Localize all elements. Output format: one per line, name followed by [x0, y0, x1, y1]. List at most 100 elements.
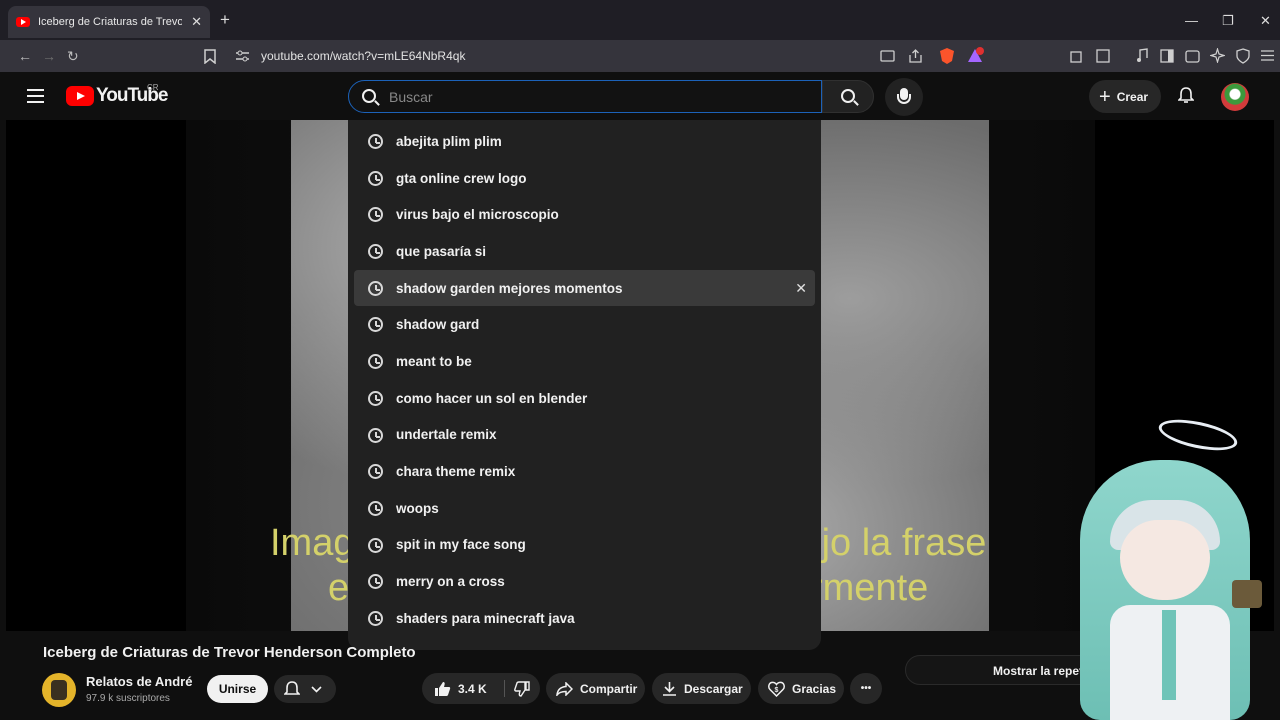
suggestion-item[interactable]: merry on a cross [348, 563, 821, 600]
suggestion-text: spit in my face song [396, 537, 526, 553]
search-input[interactable] [389, 87, 809, 107]
share-label: Compartir [580, 681, 638, 696]
like-count[interactable]: 3.4 K [458, 682, 487, 696]
super-thanks-icon: $ [768, 681, 785, 697]
history-icon [368, 317, 383, 333]
suggestion-item[interactable]: chara theme remix [348, 453, 821, 490]
suggestion-item[interactable]: spit in my face song [348, 527, 821, 564]
wallet-icon[interactable] [1185, 49, 1200, 63]
history-icon [368, 134, 383, 149]
share-arrow-icon [556, 681, 573, 696]
notifications-bell-icon[interactable] [1178, 87, 1194, 104]
close-window-button[interactable]: ✕ [1260, 13, 1271, 29]
tab-close-icon[interactable]: ✕ [191, 14, 202, 30]
subscription-bell-button[interactable] [274, 675, 336, 703]
history-icon [368, 574, 383, 590]
maximize-button[interactable]: ❐ [1222, 13, 1234, 29]
search-icon [841, 89, 855, 103]
history-icon [368, 207, 383, 223]
search-button[interactable] [822, 80, 874, 113]
suggestion-text: shaders para minecraft java [396, 610, 575, 626]
suggestion-item[interactable]: meant to be [348, 343, 821, 380]
chevron-down-icon [311, 686, 322, 693]
minimize-button[interactable]: — [1185, 13, 1198, 28]
brave-shield-icon[interactable] [939, 47, 955, 65]
forward-button[interactable]: → [42, 47, 56, 65]
site-settings-icon[interactable] [236, 50, 249, 62]
history-icon [368, 610, 383, 626]
history-icon [368, 390, 383, 406]
channel-name[interactable]: Relatos de André [86, 674, 192, 689]
subscriber-count: 97.9 k suscriptores [86, 693, 170, 704]
browser-tab-bar: Iceberg de Criaturas de Trevor Henderson… [0, 0, 1280, 40]
stream-overlay-icon [1232, 580, 1262, 608]
history-icon [368, 537, 383, 553]
back-button[interactable]: ← [18, 47, 32, 65]
music-icon[interactable] [1136, 48, 1148, 63]
suggestion-item[interactable]: shadow gard [348, 306, 821, 343]
suggestion-text: chara theme remix [396, 464, 516, 480]
history-icon [368, 354, 383, 370]
show-chat-replay-button[interactable]: Mostrar la repetición del chat [905, 655, 1095, 685]
halo [1156, 413, 1240, 457]
thumbs-down-icon[interactable] [514, 681, 531, 697]
leo-ai-icon[interactable] [1210, 48, 1225, 63]
join-button[interactable]: Unirse [207, 675, 268, 703]
screenshot-icon[interactable] [1096, 49, 1110, 63]
user-avatar[interactable] [1221, 83, 1249, 111]
suggestion-text: shadow gard [396, 317, 480, 333]
suggestion-text: shadow garden mejores momentos [396, 280, 623, 296]
share-page-icon[interactable] [908, 49, 923, 63]
history-icon [368, 280, 383, 296]
subtitle-text: rmente [810, 567, 929, 609]
tab-title: Iceberg de Criaturas de Trevor Henderson… [38, 16, 182, 28]
sidebar-icon[interactable] [1160, 49, 1174, 63]
suggestion-item[interactable]: abejita plim plim [348, 123, 821, 160]
suggestion-item[interactable]: woops [348, 490, 821, 527]
new-tab-button[interactable]: + [220, 11, 230, 28]
thumbs-up-icon[interactable] [434, 681, 451, 697]
thanks-label: Gracias [792, 681, 837, 696]
suggestion-item[interactable]: virus bajo el microscopio [348, 196, 821, 233]
bell-ring-icon [284, 681, 300, 695]
hamburger-menu-icon[interactable] [27, 89, 44, 103]
suggestion-item[interactable]: gta online crew logo [348, 160, 821, 197]
bookmark-icon[interactable] [204, 49, 216, 64]
channel-avatar[interactable] [42, 673, 76, 707]
suggestion-item[interactable]: que pasaría si [348, 233, 821, 270]
country-code: CR [147, 83, 159, 92]
menu-icon[interactable] [1261, 50, 1274, 61]
create-button[interactable]: + Crear [1089, 80, 1161, 113]
suggestion-item[interactable]: como hacer un sol en blender [348, 380, 821, 417]
browser-tab[interactable]: Iceberg de Criaturas de Trevor Henderson… [8, 6, 210, 38]
brave-rewards-icon[interactable] [966, 47, 984, 65]
subtitle-text: Imag [270, 522, 355, 564]
youtube-logo[interactable]: YouTube CR [66, 83, 168, 107]
remove-suggestion-icon[interactable]: ✕ [795, 280, 807, 297]
vpn-icon[interactable] [1236, 48, 1250, 64]
address-bar[interactable]: youtube.com/watch?v=mLE64NbR4qk [261, 49, 465, 63]
extensions-icon[interactable] [1070, 49, 1084, 63]
download-button[interactable]: Descargar [652, 673, 751, 704]
download-label: Descargar [684, 681, 743, 696]
create-label: Crear [1116, 89, 1149, 104]
cast-icon[interactable] [880, 50, 895, 62]
thanks-button[interactable]: $ Gracias [758, 673, 844, 704]
suggestion-text: merry on a cross [396, 574, 505, 590]
plus-icon: + [1099, 85, 1111, 108]
subtitle-text: dijo la frase [792, 522, 987, 564]
suggestion-item[interactable]: undertale remix [348, 417, 821, 454]
suggestion-item-highlighted[interactable]: shadow garden mejores momentos ✕ [354, 269, 815, 307]
youtube-play-icon [66, 86, 94, 106]
more-actions-button[interactable]: ••• [850, 673, 882, 704]
share-button[interactable]: Compartir [546, 673, 645, 704]
voice-search-button[interactable] [885, 78, 923, 116]
search-box[interactable] [348, 80, 822, 113]
svg-text:$: $ [775, 687, 779, 694]
like-dislike-group: 3.4 K [422, 673, 540, 704]
browser-toolbar: ← → ↻ youtube.com/watch?v=mLE64NbR4qk [0, 40, 1280, 72]
history-icon [368, 170, 383, 186]
suggestion-text: virus bajo el microscopio [396, 207, 559, 223]
suggestion-item[interactable]: shaders para minecraft java [348, 600, 821, 637]
reload-button[interactable]: ↻ [67, 47, 79, 65]
